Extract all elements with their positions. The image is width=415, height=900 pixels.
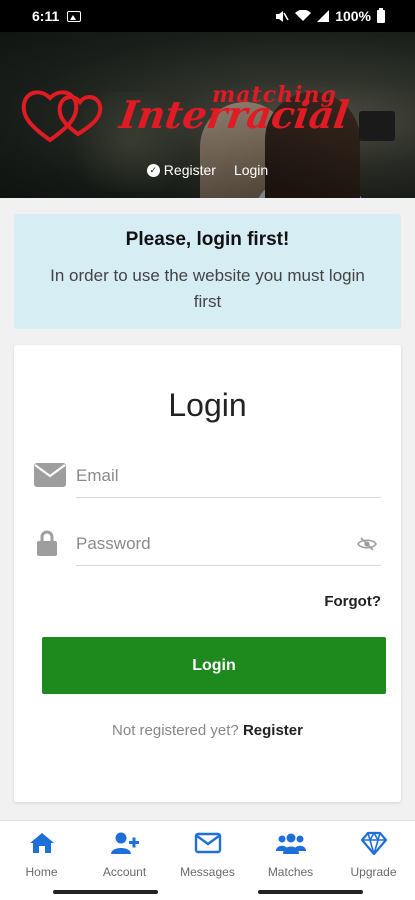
status-bar: 6:11 100% bbox=[0, 0, 415, 32]
email-field-row bbox=[34, 458, 381, 498]
password-field-row bbox=[34, 526, 381, 566]
envelope-icon bbox=[194, 832, 221, 854]
bottom-nav-upgrade-label: Upgrade bbox=[350, 865, 397, 879]
bottom-nav-account-label: Account bbox=[102, 865, 147, 879]
mute-icon bbox=[276, 10, 289, 22]
bottom-nav-messages[interactable]: Messages bbox=[166, 821, 249, 886]
login-card: Login Forgot? Login Not registered yet? … bbox=[14, 345, 401, 802]
envelope-icon bbox=[34, 463, 66, 487]
bottom-nav: Home Account Messages Matches Upgrade bbox=[0, 820, 415, 886]
logo-hearts-icon bbox=[21, 90, 103, 143]
gallery-notification-icon bbox=[67, 10, 82, 22]
forgot-password-link[interactable]: Forgot? bbox=[324, 593, 381, 610]
bottom-nav-matches[interactable]: Matches bbox=[249, 821, 332, 886]
gesture-handle-right bbox=[258, 890, 363, 894]
wifi-icon bbox=[295, 10, 312, 21]
header-banner: matching Interracial ✓ Register Login bbox=[0, 32, 415, 198]
bottom-nav-matches-label: Matches bbox=[267, 865, 314, 879]
bottom-nav-messages-label: Messages bbox=[180, 865, 235, 879]
bottom-nav-home-label: Home bbox=[25, 865, 58, 879]
home-icon bbox=[29, 833, 54, 853]
signal-icon bbox=[317, 10, 330, 22]
bottom-nav-home[interactable]: Home bbox=[0, 821, 83, 886]
add-user-icon bbox=[110, 832, 139, 854]
status-time: 6:11 bbox=[32, 8, 60, 24]
check-circle-icon: ✓ bbox=[146, 163, 160, 177]
logo-text-interracial: Interracial bbox=[116, 92, 352, 137]
login-title: Login bbox=[168, 387, 247, 423]
diamond-icon bbox=[360, 831, 387, 855]
register-prompt: Not registered yet? Register bbox=[14, 722, 401, 739]
bottom-nav-upgrade[interactable]: Upgrade bbox=[332, 821, 415, 886]
login-button[interactable]: Login bbox=[42, 637, 386, 694]
password-field[interactable] bbox=[76, 534, 351, 554]
eye-slash-icon[interactable] bbox=[357, 537, 377, 551]
gesture-handle-left bbox=[53, 890, 158, 894]
header-nav: ✓ Register Login bbox=[0, 162, 415, 178]
email-field[interactable] bbox=[76, 466, 351, 486]
not-registered-text: Not registered yet? bbox=[112, 722, 239, 739]
bottom-nav-account[interactable]: Account bbox=[83, 821, 166, 886]
battery-icon bbox=[377, 7, 385, 23]
login-required-alert: Please, login first! In order to use the… bbox=[14, 214, 401, 329]
alert-title: Please, login first! bbox=[125, 229, 290, 250]
menu-button[interactable] bbox=[359, 111, 395, 141]
battery-percent: 100% bbox=[335, 8, 371, 24]
lock-icon bbox=[37, 530, 57, 556]
header-register-link[interactable]: ✓ Register bbox=[146, 162, 216, 178]
header-login-link[interactable]: Login bbox=[234, 162, 268, 178]
alert-text: In order to use the website you must log… bbox=[50, 266, 365, 311]
header-login-label: Login bbox=[233, 162, 269, 178]
register-link[interactable]: Register bbox=[243, 722, 303, 739]
header-register-label: Register bbox=[163, 162, 216, 178]
users-icon bbox=[275, 833, 306, 854]
